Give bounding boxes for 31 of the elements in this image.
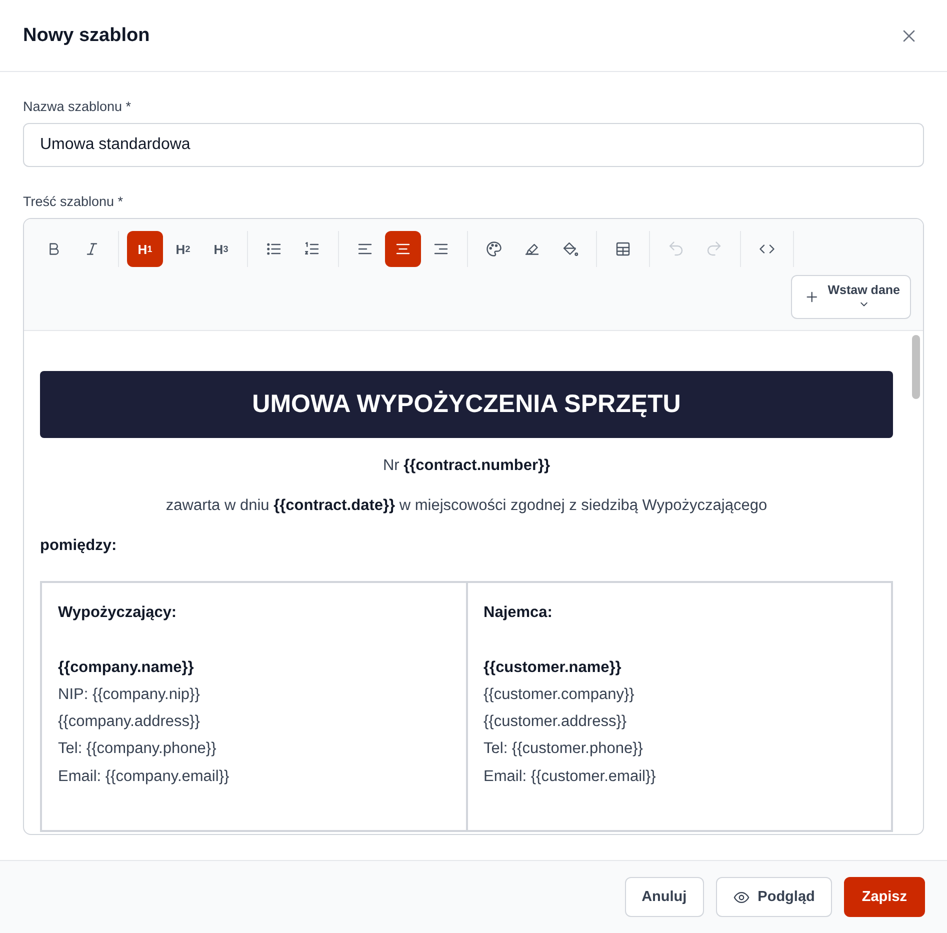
cancel-button[interactable]: Anuluj bbox=[624, 877, 704, 917]
table-icon bbox=[614, 240, 632, 258]
document-paragraph: zawarta w dniu {{contract.date}} w miejscowości zgodnej z siedzibą Wypożyczającego bbox=[164, 496, 768, 516]
input-field[interactable]: Umowa standardowa bbox=[23, 123, 924, 167]
paint-bucket-icon bbox=[561, 240, 579, 258]
party-detail: {{company.address}} bbox=[58, 712, 200, 732]
party-detail: NIP: {{company.nip}} bbox=[58, 684, 200, 705]
palette-icon bbox=[485, 240, 503, 258]
party-detail: {{customer.address}} bbox=[484, 712, 627, 732]
insert-data-button[interactable]: Wstaw dane bbox=[791, 275, 911, 319]
party-detail: Email: {{company.email}} bbox=[58, 766, 230, 787]
document-title-banner: UMOWA WYPOŻYCZENIA SPRZĘTU bbox=[40, 371, 893, 438]
party-detail: Email: {{customer.email}} bbox=[484, 766, 656, 787]
party-heading: Wypożyczający: bbox=[58, 603, 177, 623]
document-paragraph: Nr {{contract.number}} bbox=[382, 456, 552, 476]
align-center-button[interactable] bbox=[385, 231, 421, 267]
party-detail: Tel: {{company.phone}} bbox=[58, 739, 216, 760]
party-heading: Najemca: bbox=[484, 603, 552, 623]
party-name: {{customer.name}} bbox=[484, 658, 622, 678]
field-label: Nazwa szablonu * bbox=[23, 99, 132, 114]
dialog-title: Nowy szablon bbox=[23, 24, 150, 46]
redo-icon bbox=[705, 240, 723, 258]
party-detail: Tel: {{customer.phone}} bbox=[484, 739, 643, 760]
plus-icon bbox=[804, 289, 820, 305]
document-paragraph: pomiędzy: bbox=[40, 536, 117, 556]
save-button[interactable]: Zapisz bbox=[844, 877, 925, 917]
preview-button[interactable]: Podgląd bbox=[716, 877, 832, 917]
party-detail: {{customer.company}} bbox=[484, 684, 634, 705]
party-name: {{company.name}} bbox=[58, 658, 194, 678]
undo-icon bbox=[667, 240, 685, 258]
field-label: Treść szablonu * bbox=[23, 194, 124, 209]
